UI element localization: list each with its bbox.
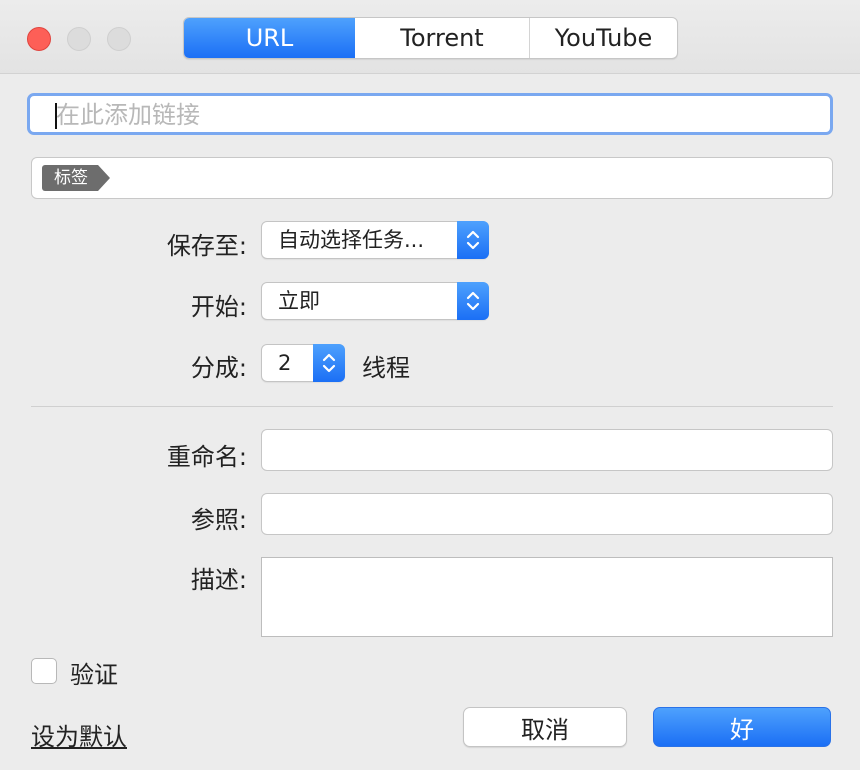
description-label: 描述: bbox=[190, 566, 247, 594]
minimize-window-button[interactable] bbox=[67, 27, 91, 51]
tab-url[interactable]: URL bbox=[184, 18, 355, 58]
start-value: 立即 bbox=[278, 289, 320, 313]
verify-label[interactable]: 验证 bbox=[70, 655, 118, 690]
rename-field[interactable] bbox=[261, 429, 833, 471]
chevron-up-down-icon bbox=[313, 344, 345, 382]
chevron-up-down-icon bbox=[457, 221, 489, 259]
description-textarea[interactable] bbox=[262, 558, 832, 636]
section-divider bbox=[31, 406, 833, 407]
source-type-segmented-control: URL Torrent YouTube bbox=[183, 17, 678, 59]
title-bar: URL Torrent YouTube bbox=[0, 0, 860, 74]
tab-youtube[interactable]: YouTube bbox=[530, 18, 677, 58]
rename-input[interactable] bbox=[262, 430, 832, 470]
verify-checkbox[interactable] bbox=[31, 658, 57, 684]
thread-count-popup[interactable]: 2 bbox=[261, 344, 345, 382]
thread-count-value: 2 bbox=[278, 351, 292, 375]
save-to-popup[interactable]: 自动选择任务... bbox=[261, 221, 489, 259]
zoom-window-button[interactable] bbox=[107, 27, 131, 51]
referer-input[interactable] bbox=[262, 494, 832, 534]
url-field[interactable] bbox=[27, 93, 833, 135]
start-label: 开始: bbox=[190, 293, 247, 321]
referer-field[interactable] bbox=[261, 493, 833, 535]
add-task-window: URL Torrent YouTube 标签 保存至: 自动选择任务... 开始… bbox=[0, 0, 860, 770]
tab-torrent[interactable]: Torrent bbox=[355, 18, 530, 58]
url-input[interactable] bbox=[54, 96, 818, 134]
set-default-link[interactable]: 设为默认 bbox=[31, 717, 127, 752]
split-label: 分成: bbox=[190, 354, 247, 382]
referer-label: 参照: bbox=[190, 506, 247, 534]
threads-unit-label: 线程 bbox=[362, 354, 410, 382]
rename-label: 重命名: bbox=[166, 443, 247, 471]
description-field[interactable] bbox=[261, 557, 833, 637]
save-to-value: 自动选择任务... bbox=[278, 228, 425, 252]
tag-field[interactable]: 标签 bbox=[31, 157, 833, 199]
ok-button[interactable]: 好 bbox=[653, 707, 831, 747]
cancel-button[interactable]: 取消 bbox=[463, 707, 627, 747]
close-window-button[interactable] bbox=[27, 27, 51, 51]
save-to-label: 保存至: bbox=[166, 232, 247, 260]
start-popup[interactable]: 立即 bbox=[261, 282, 489, 320]
chevron-up-down-icon bbox=[457, 282, 489, 320]
tag-chip: 标签 bbox=[42, 165, 110, 191]
